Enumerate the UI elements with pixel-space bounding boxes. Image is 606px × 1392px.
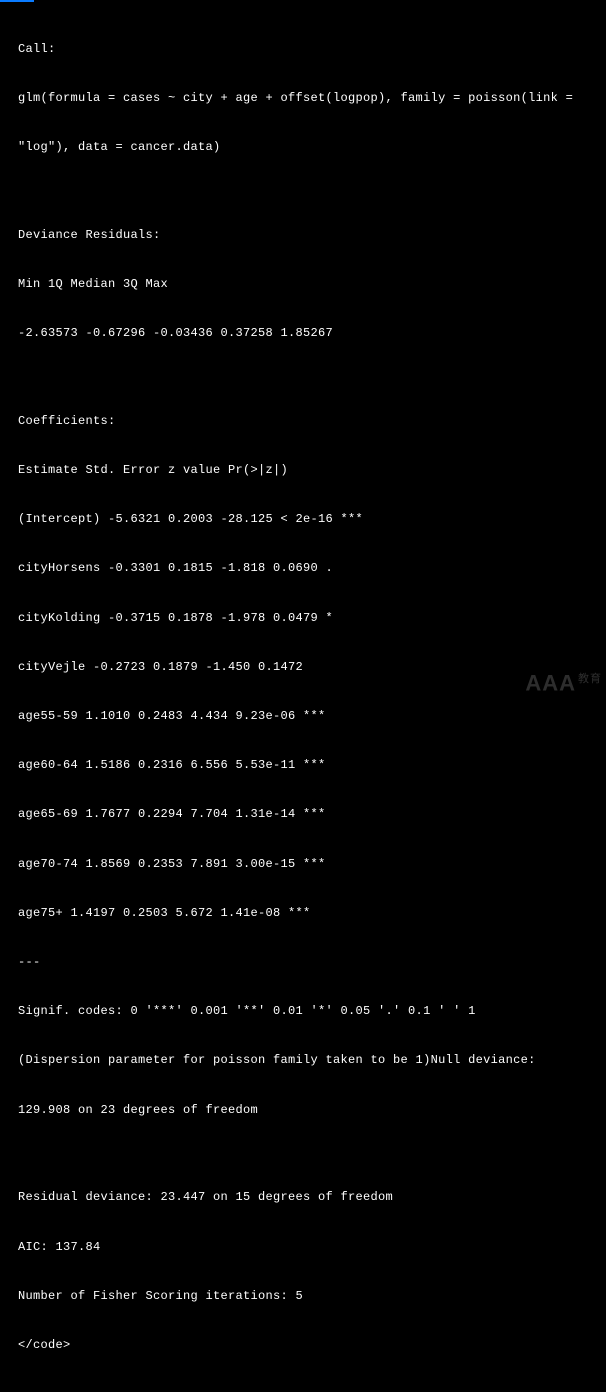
output-line: age55-59 1.1010 0.2483 4.434 9.23e-06 **… [18,704,588,729]
output-line: (Dispersion parameter for poisson family… [18,1048,588,1073]
output-line: cityKolding -0.3715 0.1878 -1.978 0.0479… [18,606,588,631]
output-line: Call: [18,37,588,62]
watermark-main: AAA [525,670,576,695]
blank-line [18,370,588,384]
blank-line [18,184,588,198]
output-line: Min 1Q Median 3Q Max [18,272,588,297]
output-line: age75+ 1.4197 0.2503 5.672 1.41e-08 *** [18,901,588,926]
output-line: Residual deviance: 23.447 on 15 degrees … [18,1185,588,1210]
output-line: cityHorsens -0.3301 0.1815 -1.818 0.0690… [18,556,588,581]
output-line: Deviance Residuals: [18,223,588,248]
output-line: (Intercept) -5.6321 0.2003 -28.125 < 2e-… [18,507,588,532]
watermark-sub: 教育 [578,673,602,685]
output-line: age70-74 1.8569 0.2353 7.891 3.00e-15 **… [18,852,588,877]
output-line: Number of Fisher Scoring iterations: 5 [18,1284,588,1309]
output-line: --- [18,950,588,975]
output-line: 129.908 on 23 degrees of freedom [18,1098,588,1123]
output-line: Signif. codes: 0 '***' 0.001 '**' 0.01 '… [18,999,588,1024]
output-line: cityVejle -0.2723 0.1879 -1.450 0.1472 [18,655,588,680]
blank-line [18,1147,588,1161]
output-line: age60-64 1.5186 0.2316 6.556 5.53e-11 **… [18,753,588,778]
output-line: -2.63573 -0.67296 -0.03436 0.37258 1.852… [18,321,588,346]
output-line: age65-69 1.7677 0.2294 7.704 1.31e-14 **… [18,802,588,827]
output-line: "log"), data = cancer.data) [18,135,588,160]
watermark-logo: AAA教育 [525,670,602,696]
output-line: Coefficients: [18,409,588,434]
output-line: AIC: 137.84 [18,1235,588,1260]
output-line: </code> [18,1333,588,1358]
output-line: glm(formula = cases ~ city + age + offse… [18,86,588,111]
code-output-block: Call: glm(formula = cases ~ city + age +… [0,2,606,1392]
output-line: Estimate Std. Error z value Pr(>|z|) [18,458,588,483]
